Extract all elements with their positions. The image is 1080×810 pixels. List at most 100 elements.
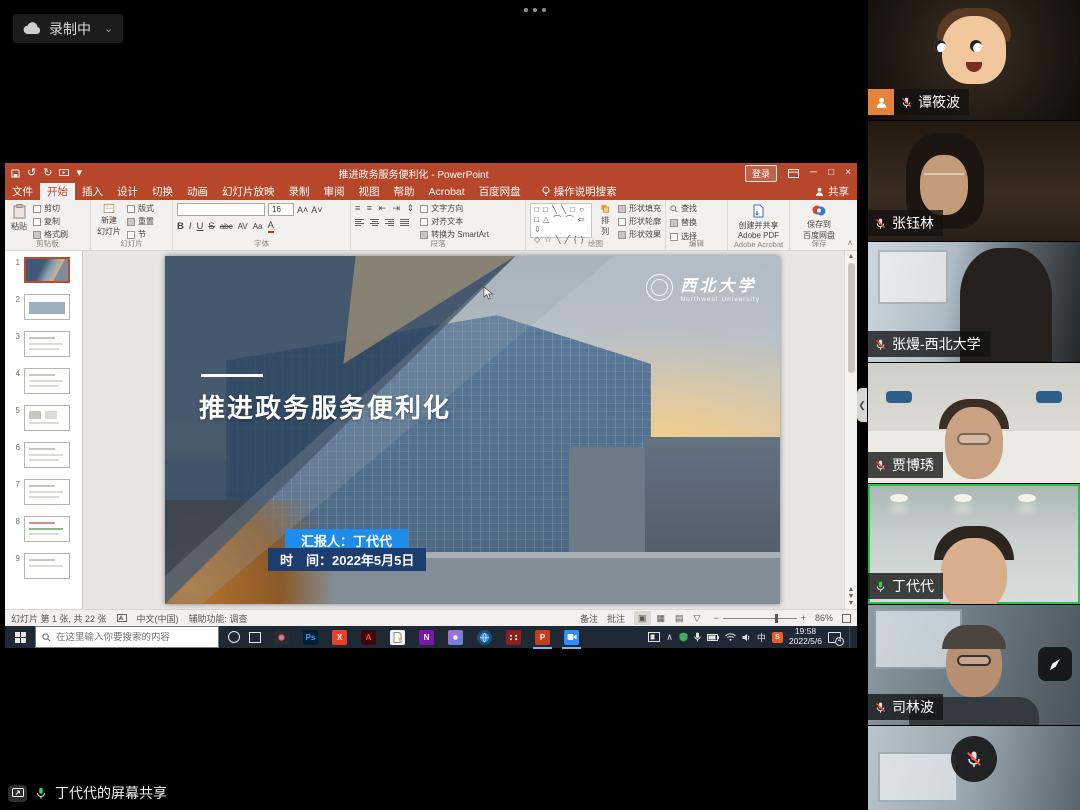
chevron-down-icon[interactable]: ⌄ bbox=[104, 22, 113, 35]
text-direction-button[interactable]: 文字方向 bbox=[420, 203, 489, 214]
notification-center-icon[interactable]: 4 bbox=[828, 632, 841, 643]
sidebar-collapse-handle[interactable]: ❮ bbox=[857, 388, 867, 422]
slide-canvas[interactable]: 推进政务服务便利化 汇报人：丁代代 时 间：2022年5月5日 西北大学 Nor… bbox=[165, 256, 780, 604]
mute-button[interactable] bbox=[951, 736, 997, 782]
align-text-button[interactable]: 对齐文本 bbox=[420, 216, 489, 227]
app-icon-meeting-rooms[interactable] bbox=[506, 630, 521, 645]
app-icon-acrobat[interactable]: A bbox=[361, 630, 376, 645]
font-color-button[interactable]: A bbox=[268, 220, 274, 233]
battery-icon[interactable] bbox=[707, 634, 719, 641]
slide-thumbnail-8[interactable]: 8 bbox=[12, 516, 82, 542]
tab-record[interactable]: 录制 bbox=[282, 183, 317, 200]
clear-formatting-button[interactable]: abc bbox=[220, 222, 233, 231]
fit-slide-to-window-icon[interactable] bbox=[842, 614, 851, 623]
cut-button[interactable]: 剪切 bbox=[33, 203, 68, 214]
minimize-button[interactable]: ─ bbox=[810, 168, 817, 178]
arrange-button[interactable]: 排列 bbox=[596, 203, 614, 238]
app-icon-photoshop[interactable]: Ps bbox=[303, 630, 318, 645]
tray-mic-icon[interactable] bbox=[694, 632, 701, 642]
scroll-up-icon[interactable]: ▲ bbox=[848, 253, 855, 260]
align-left-icon[interactable] bbox=[355, 219, 364, 226]
app-icon-powerpoint[interactable]: P bbox=[535, 630, 550, 645]
tab-transitions[interactable]: 切换 bbox=[145, 183, 180, 200]
copy-button[interactable]: 复制 bbox=[33, 216, 68, 227]
zoom-out-icon[interactable]: − bbox=[713, 613, 718, 623]
collapse-ribbon-icon[interactable]: ∧ bbox=[847, 238, 853, 247]
zoom-slider-thumb[interactable] bbox=[775, 614, 778, 623]
list-buttons[interactable]: ≡ ≡ ⇤ ⇥ ⇕ bbox=[355, 203, 416, 214]
next-slide-icon[interactable]: ▼ bbox=[848, 593, 855, 600]
slide-thumbnail-3[interactable]: 3 bbox=[12, 331, 82, 357]
tab-design[interactable]: 设计 bbox=[110, 183, 145, 200]
participant-video-tile[interactable]: 司林波 bbox=[868, 605, 1080, 725]
tab-animations[interactable]: 动画 bbox=[180, 183, 215, 200]
layout-button[interactable]: 版式 bbox=[127, 203, 154, 214]
underline-button[interactable]: U bbox=[197, 221, 204, 232]
tab-slideshow[interactable]: 幻灯片放映 bbox=[215, 183, 282, 200]
font-name-box[interactable] bbox=[177, 203, 265, 216]
app-icon-xmind[interactable]: X bbox=[332, 630, 347, 645]
cortana-icon[interactable] bbox=[228, 631, 240, 643]
redo-icon[interactable]: ↻ bbox=[43, 168, 52, 179]
language-indicator[interactable]: 中文(中国) bbox=[137, 612, 179, 625]
participant-video-tile[interactable]: 谭筱波 bbox=[868, 0, 1080, 120]
align-center-icon[interactable] bbox=[370, 219, 379, 226]
slide-thumbnail-4[interactable]: 4 bbox=[12, 368, 82, 394]
tab-review[interactable]: 审阅 bbox=[317, 183, 352, 200]
sogou-input-icon[interactable]: S bbox=[772, 632, 783, 643]
comments-button[interactable]: 批注 bbox=[607, 612, 625, 625]
security-shield-icon[interactable] bbox=[679, 632, 688, 642]
tab-insert[interactable]: 插入 bbox=[75, 183, 110, 200]
spellcheck-icon[interactable] bbox=[117, 613, 127, 623]
slideshow-view-button[interactable]: ▽ bbox=[690, 611, 705, 625]
taskbar-clock[interactable]: 19:58 2022/5/6 bbox=[789, 627, 822, 647]
reset-button[interactable]: 重置 bbox=[127, 216, 154, 227]
previous-slide-icon[interactable]: ▲ bbox=[848, 586, 855, 593]
task-view-icon[interactable] bbox=[249, 632, 261, 643]
app-icon-document[interactable] bbox=[390, 630, 405, 645]
slide-thumbnail-1[interactable]: 1 bbox=[12, 257, 82, 283]
slide-thumbnail-6[interactable]: 6 bbox=[12, 442, 82, 468]
slide-thumbnail-9[interactable]: 9 bbox=[12, 553, 82, 579]
new-slide-button[interactable]: 新建幻灯片 bbox=[95, 203, 123, 238]
accessibility-indicator[interactable]: 辅助功能: 调查 bbox=[189, 612, 248, 625]
shapes-gallery[interactable]: □ □ ╲ ╲ □ ○ □ △ ⌒ ⌒ ⇦ ⇩ ◇ ☆ ╲ ╱ { } bbox=[530, 203, 592, 238]
tab-acrobat[interactable]: Acrobat bbox=[422, 183, 472, 200]
tab-baidu-netdisk[interactable]: 百度网盘 bbox=[472, 183, 528, 200]
participant-video-tile[interactable]: 张钰林 bbox=[868, 121, 1080, 241]
align-right-icon[interactable] bbox=[385, 219, 394, 226]
share-button[interactable]: 共享 bbox=[815, 183, 849, 200]
shape-fill-button[interactable]: 形状填充 bbox=[618, 203, 661, 214]
volume-icon[interactable] bbox=[742, 633, 751, 642]
slide-thumbnail-2[interactable]: 2 bbox=[12, 294, 82, 320]
app-icon-voov-meeting[interactable] bbox=[564, 630, 579, 645]
alignment-buttons[interactable] bbox=[355, 219, 416, 226]
font-size-box[interactable]: 16 bbox=[268, 203, 294, 216]
grow-font-button[interactable]: A˄ bbox=[297, 205, 308, 215]
scrollbar-thumb[interactable] bbox=[848, 263, 855, 373]
shrink-font-button[interactable]: A˅ bbox=[311, 205, 322, 215]
search-input[interactable] bbox=[56, 632, 206, 643]
slide-sorter-view-button[interactable]: ▦ bbox=[653, 611, 670, 625]
tell-me-search[interactable]: 操作说明搜索 bbox=[542, 183, 617, 200]
participant-video-tile[interactable]: 张熳-西北大学 bbox=[868, 242, 1080, 362]
participant-video-tile[interactable]: 贾博琇 bbox=[868, 363, 1080, 483]
start-button[interactable] bbox=[5, 626, 35, 648]
login-button[interactable]: 登录 bbox=[745, 165, 777, 182]
annotation-icon[interactable] bbox=[1038, 647, 1072, 681]
shape-outline-button[interactable]: 形状轮廓 bbox=[618, 216, 661, 227]
justify-icon[interactable] bbox=[400, 219, 409, 226]
paste-button[interactable]: 粘贴 bbox=[9, 203, 29, 238]
zoom-in-icon[interactable]: + bbox=[801, 613, 806, 623]
reading-view-button[interactable]: ▤ bbox=[671, 611, 688, 625]
undo-icon[interactable]: ↺ bbox=[27, 168, 36, 179]
participant-video-tile[interactable] bbox=[868, 726, 1080, 810]
maximize-button[interactable]: □ bbox=[828, 168, 834, 178]
wifi-icon[interactable] bbox=[725, 633, 736, 641]
italic-button[interactable]: I bbox=[189, 221, 192, 232]
app-icon-capture[interactable] bbox=[274, 630, 289, 645]
tray-video-icon[interactable] bbox=[648, 632, 660, 642]
app-icon-onenote[interactable]: N bbox=[419, 630, 434, 645]
replace-button[interactable]: 替换 bbox=[670, 217, 723, 228]
normal-view-button[interactable]: ▣ bbox=[634, 611, 651, 625]
